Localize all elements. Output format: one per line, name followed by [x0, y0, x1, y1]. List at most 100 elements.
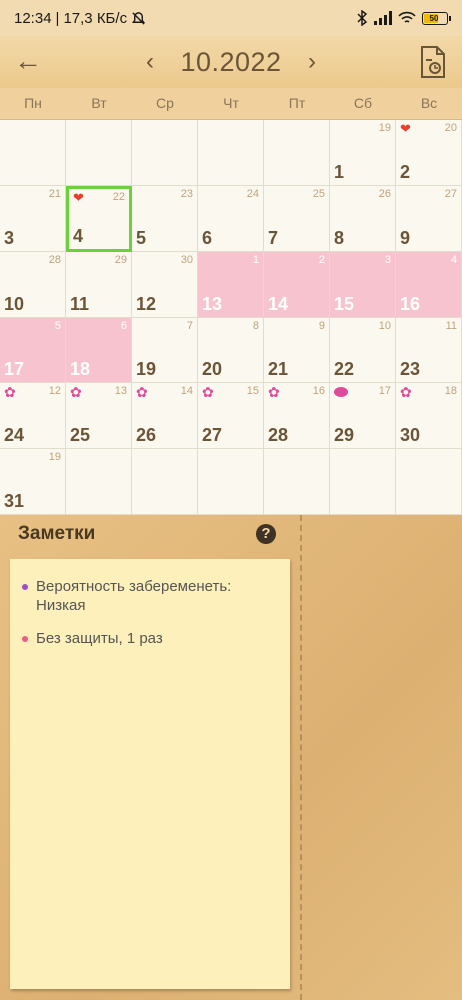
cycle-day-number: 3 [384, 254, 391, 266]
status-time: 12:34 [14, 9, 52, 27]
weekday-label: Пн [24, 95, 42, 111]
day-number: 12 [136, 294, 157, 314]
cycle-day-number: 24 [246, 188, 259, 200]
notes-paper[interactable]: Вероятность забеременеть: Низкая Без защи… [10, 559, 290, 989]
flower-icon: ✿ [202, 384, 214, 400]
day-cell[interactable]: 30 12 [132, 252, 198, 318]
weekday-label: Чт [223, 95, 239, 111]
prev-month-button[interactable]: ‹ [140, 48, 160, 76]
day-number: 2 [400, 162, 411, 182]
help-icon[interactable]: ? [256, 524, 276, 544]
day-cell[interactable]: 7 19 [132, 318, 198, 383]
day-cell[interactable]: 4 16 [396, 252, 462, 318]
bell-off-icon [132, 11, 146, 25]
day-number: 23 [400, 359, 421, 379]
empty-day-cell [396, 449, 462, 515]
day-cell[interactable]: 9 21 [264, 318, 330, 383]
day-cell[interactable]: 11 23 [396, 318, 462, 383]
day-cell[interactable]: 3 15 [330, 252, 396, 318]
day-cell[interactable]: 8 20 [198, 318, 264, 383]
day-cell[interactable]: 20 ❤ 2 [396, 120, 462, 186]
day-number: 30 [400, 425, 421, 445]
next-month-button[interactable]: › [302, 48, 322, 76]
bullet-icon [22, 636, 28, 642]
day-number: 16 [400, 294, 421, 314]
day-cell[interactable]: 28 10 [0, 252, 66, 318]
day-cell[interactable]: 5 17 [0, 318, 66, 383]
empty-day-cell [66, 120, 132, 186]
month-title: 10.2022 [180, 46, 282, 77]
day-cell[interactable]: 24 6 [198, 186, 264, 252]
day-number: 18 [70, 359, 91, 379]
day-cell[interactable]: 21 3 [0, 186, 66, 252]
day-number: 25 [70, 425, 91, 445]
cycle-day-number: 26 [378, 188, 391, 200]
day-cell[interactable]: 27 9 [396, 186, 462, 252]
day-number: 20 [202, 359, 223, 379]
day-number: 1 [334, 162, 345, 182]
empty-day-cell [132, 449, 198, 515]
cycle-day-number: 11 [445, 320, 457, 332]
battery-icon: 50 [422, 11, 451, 25]
day-cell[interactable]: 14 ✿ 26 [132, 383, 198, 449]
flower-icon: ✿ [136, 384, 148, 400]
day-cell[interactable]: 17 29 [330, 383, 396, 449]
cycle-day-number: 23 [180, 188, 193, 200]
pill-icon [334, 385, 348, 400]
cycle-day-number: 6 [120, 320, 127, 332]
day-cell[interactable]: 10 22 [330, 318, 396, 383]
cycle-day-number: 4 [450, 254, 457, 266]
empty-day-cell [0, 120, 66, 186]
weekday-label: Ср [156, 95, 174, 111]
day-cell[interactable]: 18 ✿ 30 [396, 383, 462, 449]
flower-icon: ✿ [268, 384, 280, 400]
note-item: Без защиты, 1 раз [22, 629, 280, 648]
cycle-day-number: 19 [378, 122, 391, 134]
day-cell[interactable]: 1 13 [198, 252, 264, 318]
note-text: Вероятность забеременеть: Низкая [36, 578, 232, 614]
cycle-day-number: 19 [48, 451, 61, 463]
day-cell[interactable]: 29 11 [66, 252, 132, 318]
app-header: ← ‹ 10.2022 › [0, 36, 462, 88]
cycle-day-number: 27 [444, 188, 457, 200]
day-cell[interactable]: 16 ✿ 28 [264, 383, 330, 449]
day-cell[interactable]: 19 31 [0, 449, 66, 515]
weekday-label: Пт [288, 95, 306, 111]
day-cell[interactable]: 15 ✿ 27 [198, 383, 264, 449]
weekday-header: Пн Вт Ср Чт Пт Сб Вс [0, 88, 462, 120]
note-text: Без защиты, 1 раз [36, 630, 163, 647]
day-number: 21 [268, 359, 289, 379]
day-cell[interactable]: 13 ✿ 25 [66, 383, 132, 449]
day-number: 19 [136, 359, 157, 379]
day-cell[interactable]: 22 ❤ 4 [66, 186, 132, 252]
cycle-day-number: 17 [378, 385, 391, 397]
day-cell[interactable]: 23 5 [132, 186, 198, 252]
back-button[interactable]: ← [14, 45, 42, 76]
arrow-left-icon: ← [14, 45, 42, 76]
wifi-icon [398, 11, 416, 23]
month-navigator: ‹ 10.2022 › [140, 42, 322, 82]
flower-icon: ✿ [400, 384, 412, 400]
day-number: 24 [4, 425, 25, 445]
day-cell[interactable]: 25 7 [264, 186, 330, 252]
day-cell[interactable]: 12 ✿ 24 [0, 383, 66, 449]
cycle-day-number: 21 [48, 188, 61, 200]
day-cell[interactable]: 19 1 [330, 120, 396, 186]
day-number: 8 [334, 228, 345, 248]
day-cell[interactable]: 2 14 [264, 252, 330, 318]
weekday-label: Сб [353, 95, 373, 111]
day-number: 5 [136, 228, 147, 248]
cycle-day-number: 28 [48, 254, 61, 266]
day-number: 15 [334, 294, 355, 314]
day-cell[interactable]: 6 18 [66, 318, 132, 383]
cycle-day-number: 1 [252, 254, 259, 266]
report-document-icon[interactable] [420, 46, 446, 78]
cycle-day-number: 14 [180, 385, 193, 397]
cycle-day-number: 9 [318, 320, 325, 332]
day-cell[interactable]: 26 8 [330, 186, 396, 252]
empty-day-cell [264, 449, 330, 515]
cycle-day-number: 7 [186, 320, 193, 332]
day-number: 27 [202, 425, 223, 445]
day-number: 3 [4, 228, 15, 248]
day-number: 7 [268, 228, 279, 248]
